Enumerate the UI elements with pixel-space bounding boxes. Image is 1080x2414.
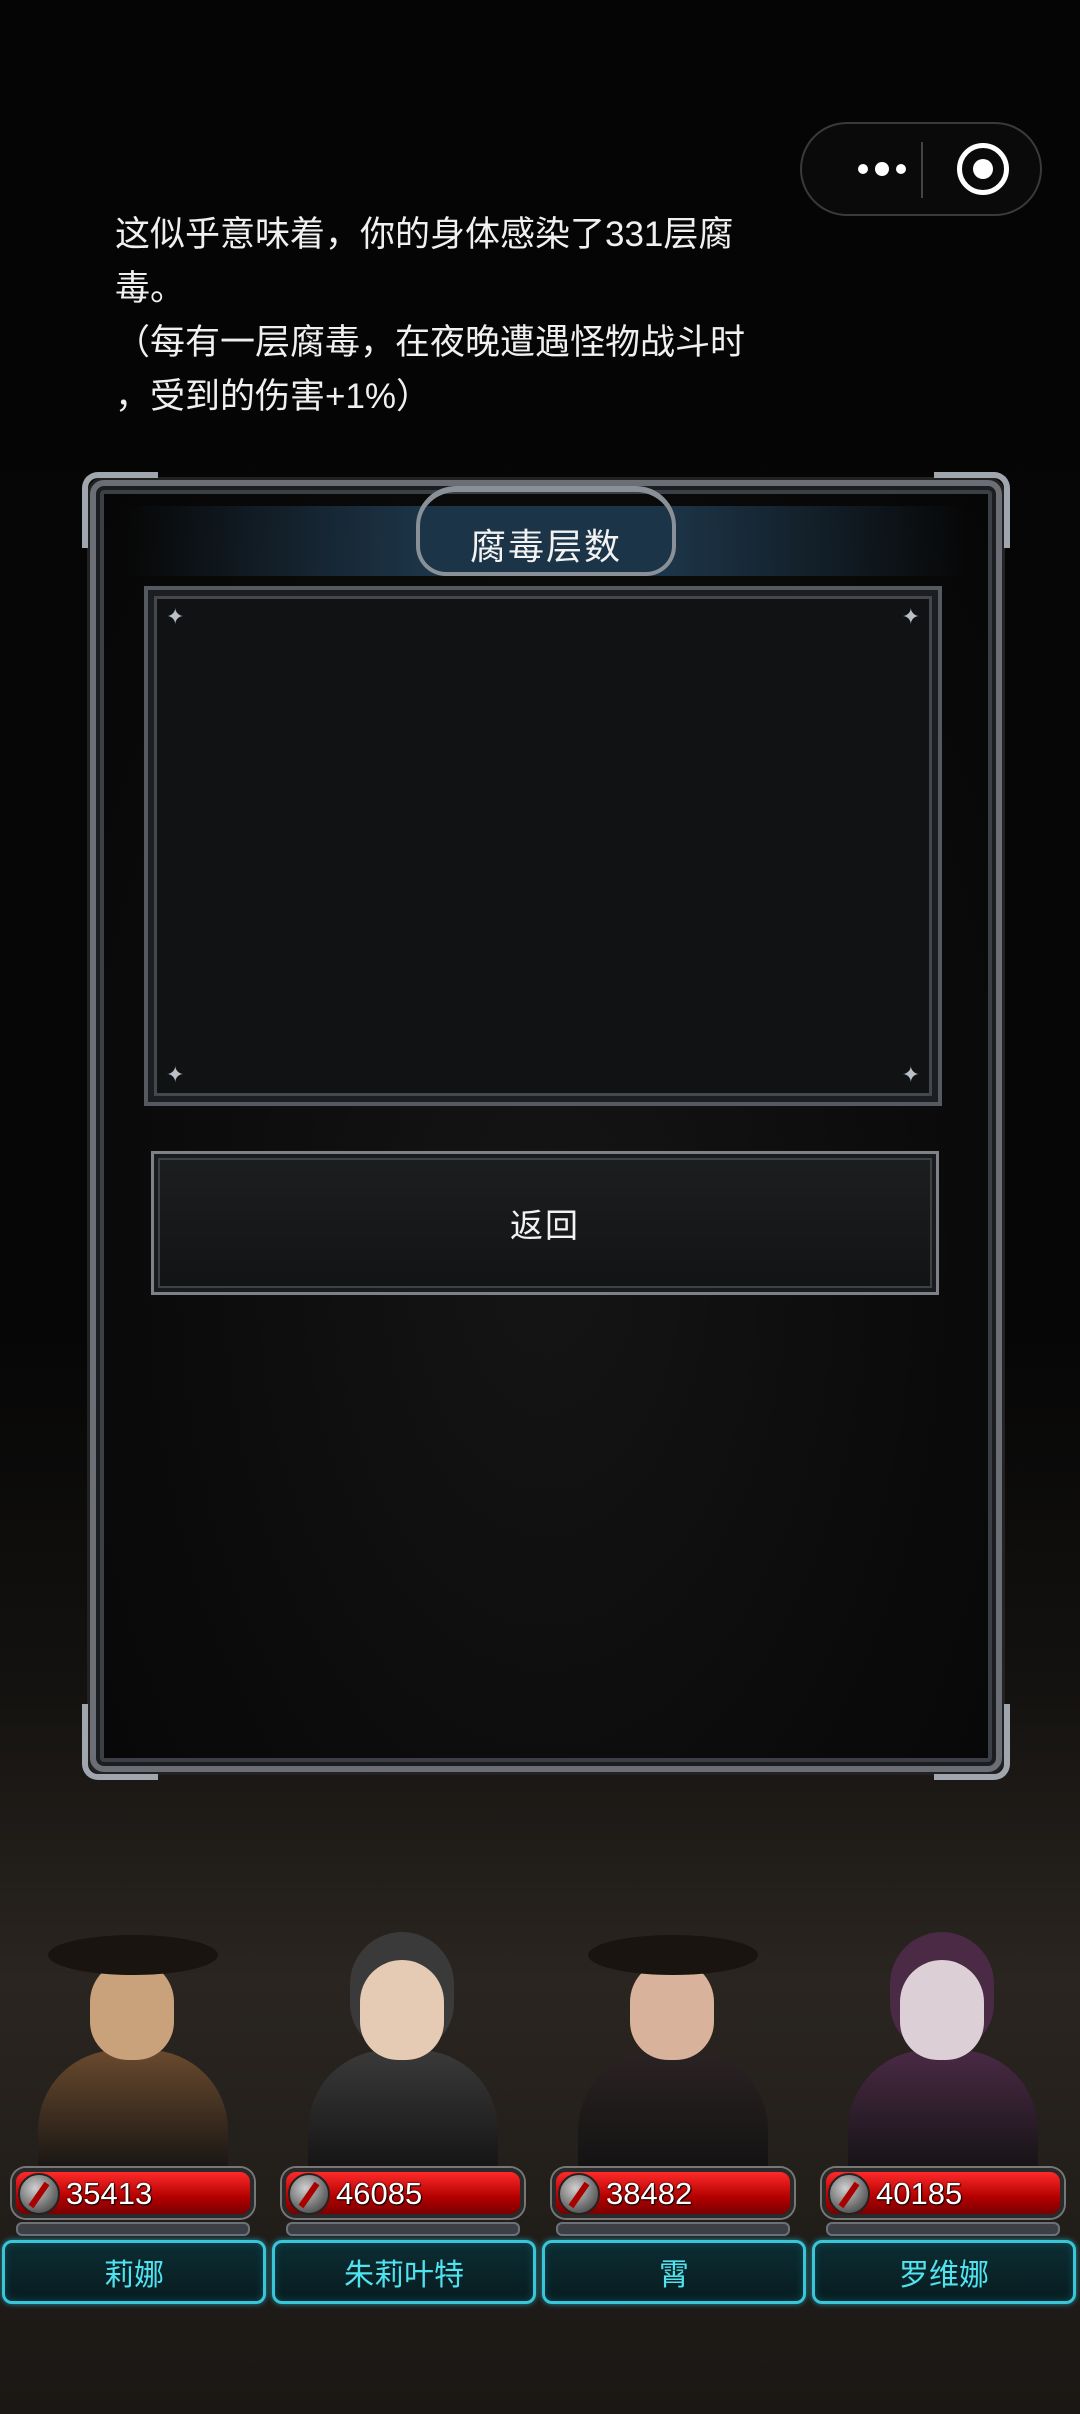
hp-value: 38482 xyxy=(606,2176,693,2211)
hp-value: 46085 xyxy=(336,2176,423,2211)
energy-bar xyxy=(16,2222,250,2236)
target-close-icon[interactable] xyxy=(957,143,1009,195)
heart-icon xyxy=(828,2173,870,2215)
party-member[interactable]: 46085 朱莉叶特 xyxy=(270,1900,540,2310)
hp-bar: 35413 xyxy=(12,2168,254,2218)
heart-icon xyxy=(18,2173,60,2215)
party-member[interactable]: 35413 莉娜 xyxy=(0,1900,270,2310)
energy-bar xyxy=(556,2222,790,2236)
hp-bar: 40185 xyxy=(822,2168,1064,2218)
portrait-head xyxy=(900,1960,984,2060)
portrait-head xyxy=(630,1960,714,2060)
miniprogram-capsule xyxy=(800,122,1042,216)
frame-corner-ornament xyxy=(934,1704,1010,1780)
dialog-message: 这似乎意味着，你的身体感染了331层腐 毒。 （每有一层腐毒，在夜晚遭遇怪物战斗… xyxy=(115,215,746,416)
back-button[interactable]: 返回 xyxy=(151,1151,939,1295)
character-name-button[interactable]: 罗维娜 xyxy=(812,2240,1076,2304)
more-dots-icon[interactable] xyxy=(832,124,932,214)
character-portrait[interactable] xyxy=(278,1900,532,2170)
heart-icon xyxy=(288,2173,330,2215)
sparkle-icon: ✦ xyxy=(166,604,185,629)
hp-bar: 46085 xyxy=(282,2168,524,2218)
sparkle-icon: ✦ xyxy=(166,1062,185,1087)
portrait-body xyxy=(848,2050,1038,2170)
character-portrait[interactable] xyxy=(818,1900,1072,2170)
portrait-head xyxy=(90,1960,174,2060)
portrait-body xyxy=(38,2050,228,2170)
sparkle-icon: ✦ xyxy=(901,1062,920,1087)
energy-bar xyxy=(826,2222,1060,2236)
energy-bar xyxy=(286,2222,520,2236)
portrait-hat xyxy=(318,1935,488,1975)
party-member[interactable]: 40185 罗维娜 xyxy=(810,1900,1080,2310)
character-name-button[interactable]: 霄 xyxy=(542,2240,806,2304)
character-portrait[interactable] xyxy=(8,1900,262,2170)
sparkle-icon: ✦ xyxy=(901,604,920,629)
hp-value: 40185 xyxy=(876,2176,963,2211)
portrait-head xyxy=(360,1960,444,2060)
character-portrait[interactable] xyxy=(548,1900,802,2170)
party-member[interactable]: 38482 霄 xyxy=(540,1900,810,2310)
portrait-body xyxy=(578,2050,768,2170)
heart-icon xyxy=(558,2173,600,2215)
portrait-hat xyxy=(588,1935,758,1975)
hp-bar: 38482 xyxy=(552,2168,794,2218)
frame-corner-ornament xyxy=(82,1704,158,1780)
portrait-hat xyxy=(48,1935,218,1975)
message-panel: ✦ ✦ ✦ ✦ xyxy=(144,586,942,1106)
info-dialog: 腐毒层数 ✦ ✦ ✦ ✦ 返回 xyxy=(82,472,1010,1780)
party-bar: 35413 莉娜 46085 朱莉叶特 38482 霄 40185 罗维娜 xyxy=(0,1900,1080,2320)
portrait-body xyxy=(308,2050,498,2170)
character-name-button[interactable]: 莉娜 xyxy=(2,2240,266,2304)
dialog-title: 腐毒层数 xyxy=(469,526,622,567)
capsule-divider xyxy=(921,142,923,198)
hp-value: 35413 xyxy=(66,2176,153,2211)
character-name-button[interactable]: 朱莉叶特 xyxy=(272,2240,536,2304)
portrait-hat xyxy=(858,1935,1028,1975)
